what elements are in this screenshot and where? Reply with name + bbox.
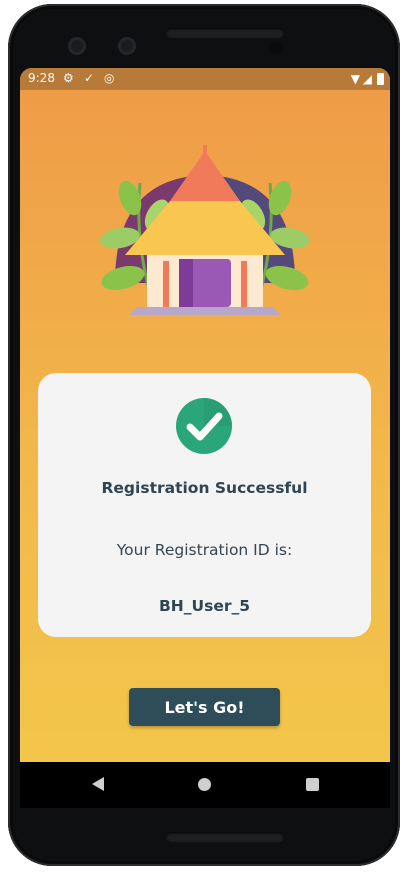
proximity-sensor bbox=[270, 42, 282, 54]
registration-title: Registration Successful bbox=[101, 479, 308, 497]
recents-icon[interactable] bbox=[306, 778, 319, 791]
gear-icon: ⚙ bbox=[63, 71, 74, 85]
wifi-icon: ▼ bbox=[350, 72, 360, 86]
registration-card: Registration Successful Your Registratio… bbox=[38, 373, 371, 637]
battery-icon bbox=[377, 73, 384, 85]
status-time: 9:28 bbox=[28, 71, 55, 85]
front-camera bbox=[68, 37, 86, 55]
app-screen: 9:28 ⚙ ✓ ◎ ▼ ◢ Registration Successful Y… bbox=[20, 68, 390, 808]
success-check-icon bbox=[176, 398, 232, 454]
earpiece-speaker bbox=[166, 28, 284, 38]
signal-icon: ◢ bbox=[362, 72, 372, 86]
home-icon[interactable] bbox=[198, 778, 211, 791]
registration-id-label: Your Registration ID is: bbox=[116, 541, 293, 559]
system-navigation-bar bbox=[20, 762, 390, 808]
front-sensor bbox=[118, 37, 136, 55]
checkmark-icon: ✓ bbox=[84, 71, 95, 85]
hut-illustration bbox=[100, 145, 310, 315]
bottom-speaker bbox=[166, 832, 284, 842]
registration-id-value: BH_User_5 bbox=[158, 597, 251, 615]
status-bar: 9:28 ⚙ ✓ ◎ ▼ ◢ bbox=[20, 68, 390, 90]
sync-icon: ◎ bbox=[104, 71, 115, 85]
back-icon[interactable] bbox=[92, 777, 104, 791]
lets-go-button[interactable]: Let's Go! bbox=[129, 688, 280, 726]
